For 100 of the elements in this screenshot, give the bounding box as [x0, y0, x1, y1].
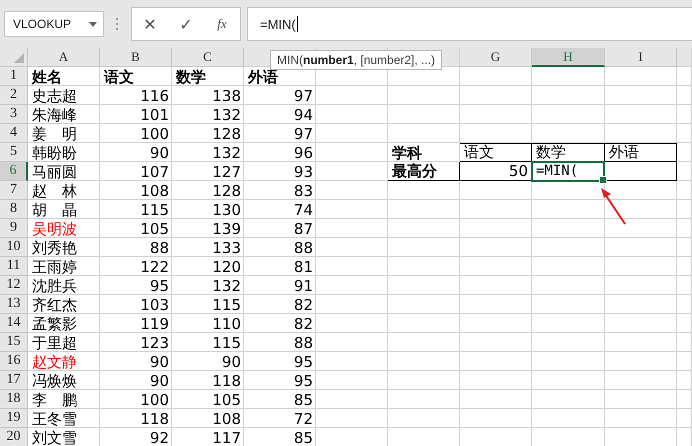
table-cell-text: 74 — [292, 200, 314, 219]
table-cell-text: 130 — [211, 200, 242, 219]
table-cell-text: 语文 — [102, 67, 135, 86]
table-cell-text: 90 — [148, 371, 170, 390]
table-cell-text: 82 — [292, 295, 314, 314]
table-cell-text: 132 — [211, 105, 242, 124]
table-cell-text: 85 — [292, 390, 314, 409]
table-cell: 数学 — [532, 143, 605, 162]
table-cell-text: 81 — [292, 257, 314, 276]
table-cell-text: 107 — [139, 162, 170, 181]
table-cell-text: 姓名 — [30, 67, 63, 86]
table-cell-text: 128 — [211, 181, 242, 200]
row-header[interactable]: 10 — [0, 238, 28, 257]
table-cell-text: 127 — [211, 162, 242, 181]
function-tooltip: MIN(number1, [number2], ...) — [270, 50, 442, 70]
table-cell-text: 王冬雪 — [31, 409, 78, 428]
table-cell-text: 97 — [292, 124, 314, 143]
table-cell-text: 李 鹏 — [31, 390, 78, 409]
table-cell-text: 赵文静 — [31, 352, 78, 371]
table-cell-text: 91 — [292, 276, 314, 295]
table-cell-text: 数学 — [174, 67, 207, 86]
table-cell-text: 97 — [292, 86, 314, 105]
table-cell-text: 83 — [292, 181, 314, 200]
table-cell-text: 冯焕焕 — [31, 371, 78, 390]
column-header[interactable]: A — [28, 48, 100, 67]
table-cell-text: 于里超 — [31, 333, 78, 352]
formula-field[interactable]: =MIN( — [247, 7, 692, 41]
table-cell-text: 沈胜兵 — [31, 276, 78, 295]
triangle-icon — [14, 53, 24, 63]
column-header[interactable]: I — [605, 48, 677, 67]
column-header[interactable]: C — [172, 48, 244, 67]
table-cell-text: 116 — [139, 86, 170, 105]
column-header[interactable]: H — [532, 48, 605, 67]
table-cell-text: 103 — [139, 295, 170, 314]
row-header[interactable]: 14 — [0, 314, 28, 333]
row-header[interactable]: 15 — [0, 333, 28, 352]
row-header[interactable]: 5 — [0, 143, 28, 162]
column-header[interactable]: B — [100, 48, 172, 67]
table-cell-text: 122 — [139, 257, 170, 276]
row-header[interactable]: 16 — [0, 352, 28, 371]
table-cell-text: 外语 — [246, 67, 279, 86]
row-header[interactable]: 2 — [0, 86, 28, 105]
table-cell-text: 齐红杰 — [31, 295, 78, 314]
cancel-button[interactable]: ✕ — [132, 9, 168, 39]
table-cell-text: 93 — [292, 162, 314, 181]
table-cell-text: 95 — [148, 276, 170, 295]
table-cell-text: 115 — [211, 295, 242, 314]
table-cell-text: 101 — [139, 105, 170, 124]
table-cell-text: 韩盼盼 — [31, 143, 78, 162]
table-cell-text: 139 — [211, 219, 242, 238]
table-cell-text: 108 — [211, 409, 242, 428]
table-cell-text: 王雨婷 — [31, 257, 78, 276]
row-header[interactable]: 13 — [0, 295, 28, 314]
row-header[interactable]: 17 — [0, 371, 28, 390]
row-header[interactable]: 7 — [0, 181, 28, 200]
table-cell-text: 92 — [148, 428, 170, 446]
table-cell-text: 120 — [211, 257, 242, 276]
table-cell-text: 100 — [139, 390, 170, 409]
table-cell: 外语 — [605, 143, 677, 162]
row-header[interactable]: 3 — [0, 105, 28, 124]
table-cell-text: 赵 林 — [31, 181, 78, 200]
row-header[interactable]: 1 — [0, 67, 28, 86]
table-cell-text: 138 — [211, 86, 242, 105]
enter-button[interactable]: ✓ — [168, 9, 204, 39]
table-cell-text: 学科 — [391, 143, 423, 162]
grip-icon — [116, 18, 119, 30]
table-cell-text: 90 — [220, 352, 242, 371]
table-cell: 语文 — [460, 143, 532, 162]
table-cell-text: 胡 晶 — [31, 200, 78, 219]
table-cell-text: 123 — [139, 333, 170, 352]
table-cell-text: 95 — [292, 371, 314, 390]
table-cell-text: 105 — [211, 390, 242, 409]
table-cell-text: 132 — [211, 143, 242, 162]
table-cell-text: 108 — [139, 181, 170, 200]
row-header[interactable]: 4 — [0, 124, 28, 143]
row-header[interactable]: 19 — [0, 409, 28, 428]
table-cell-text: 孟繁影 — [31, 314, 78, 333]
table-cell-text: 朱海峰 — [31, 105, 78, 124]
row-header[interactable]: 8 — [0, 200, 28, 219]
table-cell-text: 90 — [148, 143, 170, 162]
table-cell: 50 — [460, 162, 532, 181]
row-header[interactable]: 12 — [0, 276, 28, 295]
row-header[interactable]: 6 — [0, 162, 28, 181]
table-cell-text: 118 — [139, 409, 170, 428]
table-cell-text: 133 — [211, 238, 242, 257]
table-cell-text: 119 — [139, 314, 170, 333]
column-header[interactable]: G — [460, 48, 532, 67]
insert-function-button[interactable]: fx — [204, 9, 240, 39]
table-cell-text: 115 — [139, 200, 170, 219]
dropdown-icon — [89, 22, 97, 26]
row-header[interactable]: 9 — [0, 219, 28, 238]
row-header[interactable]: 18 — [0, 390, 28, 409]
table-cell-text: 刘文雪 — [31, 428, 78, 446]
name-box[interactable]: VLOOKUP — [4, 11, 104, 37]
table-cell-text: 95 — [292, 352, 314, 371]
cell-editor[interactable]: =MIN( — [531, 161, 605, 182]
row-header[interactable]: 11 — [0, 257, 28, 276]
fill-handle[interactable] — [599, 176, 607, 184]
table-cell-text: 刘秀艳 — [31, 238, 78, 257]
table-cell-text: 100 — [139, 124, 170, 143]
